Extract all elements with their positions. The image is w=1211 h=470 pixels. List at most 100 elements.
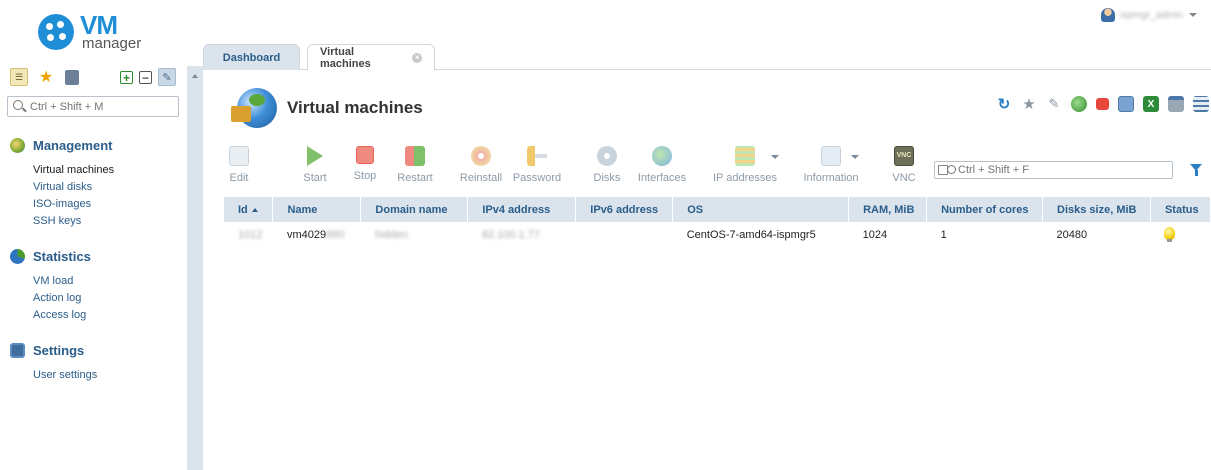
cell-ipv6	[576, 222, 673, 247]
user-menu[interactable]: ispmgr_admin	[1101, 6, 1197, 24]
sidebar-search-input[interactable]	[30, 99, 175, 114]
column-header-ipv4[interactable]: IPv4 address	[467, 197, 577, 222]
column-header-cores[interactable]: Number of cores	[926, 197, 1044, 222]
favorite-star-icon[interactable]: ★	[1021, 96, 1037, 113]
table-search[interactable]	[934, 161, 1173, 179]
sidebar-toolbar: ☰ ★ + − ✎	[10, 68, 180, 88]
management-icon	[10, 137, 25, 153]
pin-icon[interactable]: ✎	[158, 68, 176, 86]
column-header-os[interactable]: OS	[672, 197, 850, 222]
collapse-all-icon[interactable]: −	[139, 71, 152, 85]
start-label: Start	[303, 172, 327, 184]
globe-monitor-icon	[231, 84, 279, 132]
column-header-status[interactable]: Status	[1150, 197, 1211, 222]
column-header-ipv6[interactable]: IPv6 address	[575, 197, 674, 222]
sidebar-item-iso-images[interactable]: ISO-images	[33, 196, 180, 213]
disks-label: Disks	[593, 172, 621, 184]
scroll-up-arrow-icon[interactable]	[192, 74, 198, 78]
cell-ipv4: 82.100.1.77	[481, 228, 540, 241]
sidebar-item-virtual-disks[interactable]: Virtual disks	[33, 179, 180, 196]
expand-all-icon[interactable]: +	[120, 71, 133, 85]
sidebar-item-ssh-keys[interactable]: SSH keys	[33, 213, 180, 230]
reinstall-label: Reinstall	[459, 172, 503, 184]
search-icon	[13, 100, 23, 110]
section-title: Settings	[33, 342, 85, 358]
globe-settings-icon[interactable]	[1071, 96, 1087, 112]
cell-disk-size: 20480	[1056, 228, 1088, 241]
tab-dashboard[interactable]: Dashboard	[203, 44, 300, 70]
page-title: Virtual machines	[287, 98, 423, 117]
logo[interactable]: VM manager	[38, 12, 158, 54]
user-name: ispmgr_admin	[1120, 9, 1183, 21]
table-settings-icon[interactable]	[1193, 96, 1209, 112]
vnc-label: VNC	[892, 172, 916, 184]
stop-button[interactable]: Stop	[351, 146, 379, 186]
copy-icon[interactable]	[1118, 96, 1134, 112]
print-icon[interactable]	[1168, 96, 1184, 112]
favorites-star-icon[interactable]: ★	[37, 68, 55, 86]
sidebar-item-action-log[interactable]: Action log	[33, 290, 180, 307]
tree-view-icon[interactable]: ☰	[10, 68, 28, 86]
chevron-down-icon	[1189, 13, 1197, 17]
section-statistics-header[interactable]: Statistics	[10, 247, 180, 265]
ip-addresses-button[interactable]: IP addresses	[712, 146, 778, 186]
section-settings: Settings User settings	[10, 341, 180, 384]
chevron-down-icon[interactable]	[771, 155, 779, 159]
cell-status	[1150, 222, 1210, 247]
column-header-name[interactable]: Name	[272, 197, 362, 222]
network-globe-icon	[652, 146, 672, 166]
refresh-icon[interactable]: ↻	[996, 96, 1012, 113]
password-button[interactable]: Password	[511, 146, 563, 186]
filter-icon[interactable]	[1190, 164, 1202, 176]
reinstall-disc-icon	[471, 146, 491, 166]
excel-export-icon[interactable]: X	[1143, 96, 1159, 112]
column-header-ram[interactable]: RAM, MiB	[848, 197, 928, 222]
sidebar-item-vm-load[interactable]: VM load	[33, 273, 180, 290]
cell-ram: 1024	[862, 228, 888, 241]
clipboard-icon[interactable]	[65, 70, 79, 85]
sidebar-splitter[interactable]	[187, 66, 203, 470]
information-icon	[821, 146, 841, 166]
edit-icon	[229, 146, 249, 166]
table-search-input[interactable]	[958, 163, 1168, 177]
cell-id: 1012	[238, 228, 263, 241]
information-label: Information	[803, 172, 859, 184]
table-row[interactable]: 1012 vm4029880 hidden 82.100.1.77 CentOS…	[224, 222, 1211, 247]
sidebar-item-access-log[interactable]: Access log	[33, 307, 180, 324]
statistics-pie-icon	[10, 248, 25, 264]
section-statistics: Statistics VM load Action log Access log	[10, 247, 180, 324]
main-content: Virtual machines ↻ ★ ✎ X Edit Start Stop…	[203, 70, 1211, 470]
column-label: Id	[238, 203, 248, 216]
tab-virtual-machines[interactable]: Virtual machines ×	[307, 44, 435, 71]
sidebar-item-user-settings[interactable]: User settings	[33, 367, 180, 384]
stop-red-icon[interactable]	[1096, 98, 1109, 110]
column-header-domain-name[interactable]: Domain name	[360, 197, 469, 222]
cell-cores: 1	[940, 228, 947, 241]
chevron-down-icon[interactable]	[851, 155, 859, 159]
sidebar-search[interactable]	[7, 96, 179, 117]
restart-button[interactable]: Restart	[395, 146, 435, 186]
edit-button[interactable]: Edit	[229, 146, 249, 186]
search-icon	[947, 165, 956, 174]
interfaces-label: Interfaces	[637, 172, 687, 184]
table-header-row: Id Name Domain name IPv4 address IPv6 ad…	[224, 197, 1211, 222]
section-settings-header[interactable]: Settings	[10, 341, 180, 359]
information-button[interactable]: Information	[803, 146, 859, 186]
disks-icon	[597, 146, 617, 166]
pin-icon[interactable]: ✎	[1046, 96, 1062, 112]
vm-name-hidden: 880	[326, 228, 345, 241]
close-icon[interactable]: ×	[412, 53, 422, 63]
column-header-id[interactable]: Id	[224, 197, 274, 222]
interfaces-button[interactable]: Interfaces	[637, 146, 687, 186]
section-title: Statistics	[33, 248, 91, 264]
section-management-header[interactable]: Management	[10, 136, 180, 154]
reinstall-button[interactable]: Reinstall	[459, 146, 503, 186]
column-header-disk-size[interactable]: Disks size, MiB	[1042, 197, 1151, 222]
vnc-button[interactable]: VNC VNC	[891, 146, 917, 186]
restart-icon	[405, 146, 425, 166]
section-management: Management Virtual machines Virtual disk…	[10, 136, 180, 230]
disks-button[interactable]: Disks	[591, 146, 623, 186]
start-button[interactable]: Start	[301, 146, 329, 186]
sidebar-item-virtual-machines[interactable]: Virtual machines	[33, 162, 180, 179]
settings-monitor-icon	[10, 342, 25, 358]
